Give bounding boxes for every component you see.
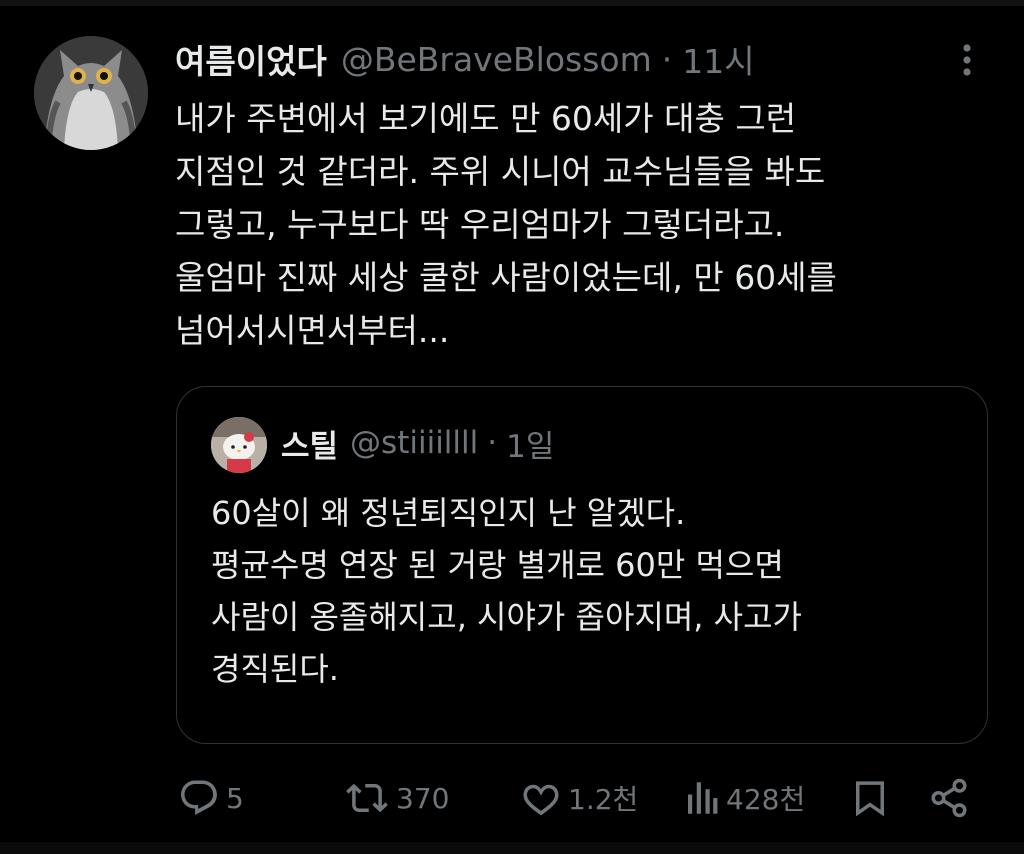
author-handle[interactable]: @BeBraveBlossom xyxy=(341,40,652,79)
tweet-timestamp[interactable]: 11시 xyxy=(682,35,754,83)
owl-avatar-image xyxy=(34,36,148,150)
author-display-name[interactable]: 여름이었다 xyxy=(175,35,327,83)
more-vertical-icon[interactable] xyxy=(952,42,982,78)
tweet-text-line: 그렇고, 누구보다 딱 우리엄마가 그렇더라고. xyxy=(175,205,785,244)
quoted-author-handle[interactable]: @stiiiillll xyxy=(350,425,478,461)
heart-icon xyxy=(523,784,559,816)
tweet-text-line: 내가 주변에서 보기에도 만 60세가 대충 그런 xyxy=(175,99,797,138)
quoted-text-line: 60살이 왜 정년퇴직인지 난 알겠다. xyxy=(211,494,686,532)
share-icon xyxy=(931,778,967,818)
bottom-divider xyxy=(0,842,1024,854)
repost-icon xyxy=(346,783,388,813)
bookmark-button[interactable] xyxy=(852,770,888,826)
like-button[interactable]: 1.2천 xyxy=(520,770,638,826)
reply-count: 5 xyxy=(226,781,244,815)
quoted-header-separator: · xyxy=(487,425,498,461)
share-button[interactable] xyxy=(928,770,970,826)
quoted-text-line: 사람이 옹졸해지고, 시야가 좁아지며, 사고가 xyxy=(211,598,802,636)
reply-button[interactable]: 5 xyxy=(178,770,244,826)
author-avatar[interactable] xyxy=(34,36,148,150)
quoted-author-avatar[interactable] xyxy=(211,417,267,473)
reply-icon xyxy=(181,780,217,815)
repost-count: 370 xyxy=(396,781,450,815)
repost-button[interactable]: 370 xyxy=(344,770,449,826)
bookmark-icon xyxy=(856,781,884,817)
views-button[interactable]: 428천 xyxy=(684,770,805,826)
quoted-tweet-timestamp[interactable]: 1일 xyxy=(506,421,554,466)
quoted-tweet-header: 스틸 @stiiiillll · 1일 xyxy=(281,420,554,466)
tweet-text-line: 지점인 것 같더라. 주위 시니어 교수님들을 봐도 xyxy=(175,152,826,191)
like-count: 1.2천 xyxy=(568,783,639,816)
views-count: 428천 xyxy=(726,783,806,816)
top-divider xyxy=(0,0,1024,6)
tweet-text-line: 울엄마 진짜 세상 쿨한 사람이었는데, 만 60세를 xyxy=(175,258,837,297)
quoted-tweet-body: 60살이 왜 정년퇴직인지 난 알겠다. 평균수명 연장 된 거랑 별개로 60… xyxy=(211,487,971,695)
quoted-author-display-name[interactable]: 스틸 xyxy=(281,421,338,466)
tweet-body: 내가 주변에서 보기에도 만 60세가 대충 그런 지점인 것 같더라. 주위 … xyxy=(175,92,985,357)
quoted-tweet-card[interactable]: 스틸 @stiiiillll · 1일 60살이 왜 정년퇴직인지 난 알겠다.… xyxy=(176,386,988,744)
quoted-text-line: 경직된다. xyxy=(211,650,339,688)
header-separator: · xyxy=(661,39,673,79)
tweet-action-bar: 5 370 1.2천 428천 xyxy=(0,770,1024,826)
quoted-text-line: 평균수명 연장 된 거랑 별개로 60만 먹으면 xyxy=(211,546,784,584)
hello-kitty-avatar-image xyxy=(211,417,267,473)
tweet-text-line: 넘어서시면서부터... xyxy=(175,311,450,350)
views-chart-icon xyxy=(688,782,718,814)
tweet-header: 여름이었다 @BeBraveBlossom · 11시 xyxy=(175,34,755,84)
